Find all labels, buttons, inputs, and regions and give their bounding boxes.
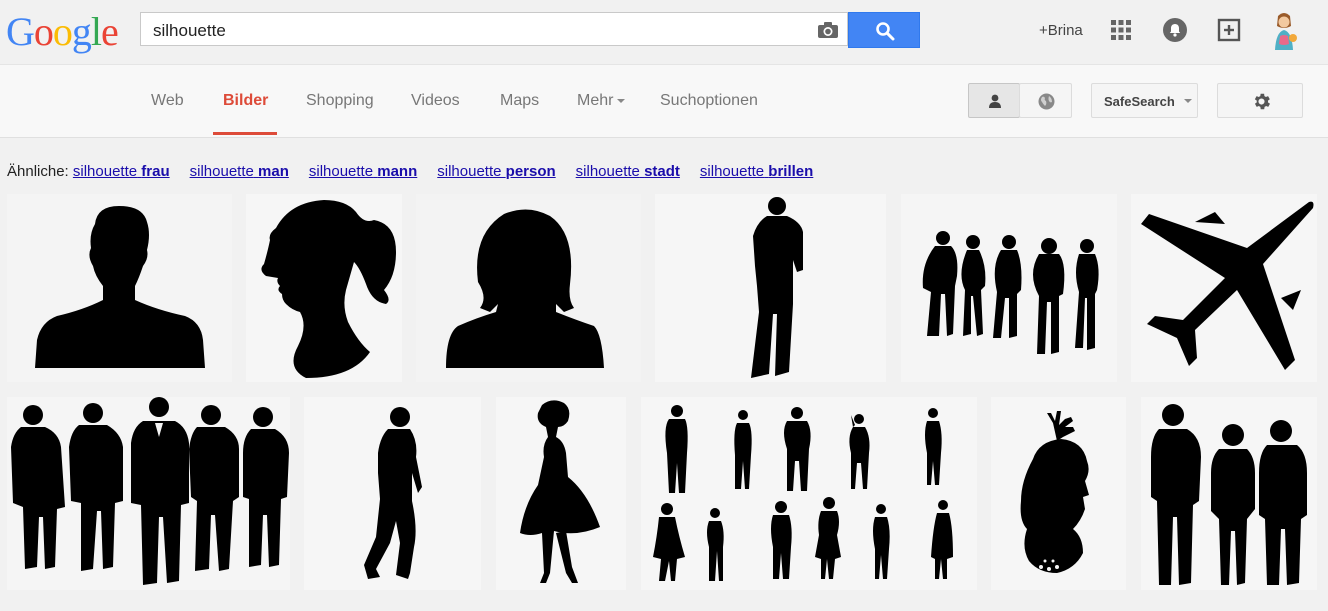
image-result-man-head[interactable] (7, 194, 232, 382)
active-tab-indicator (213, 132, 277, 135)
tab-more-label: Mehr (577, 92, 614, 109)
related-keyword: mann (377, 163, 418, 180)
related-keyword: person (505, 163, 556, 180)
top-bar: Google silhouette +Brina (0, 0, 1328, 64)
apps-grid-icon[interactable] (1111, 20, 1131, 45)
image-result-standing-man[interactable] (655, 194, 886, 382)
personal-results-button[interactable] (968, 83, 1020, 118)
related-link-brillen[interactable]: silhouette brillen (700, 163, 813, 180)
globe-icon (1038, 93, 1055, 115)
image-result-people-collection[interactable] (641, 397, 977, 590)
chevron-down-icon (1184, 99, 1192, 103)
tab-search-tools[interactable]: Suchoptionen (660, 92, 758, 110)
related-base: silhouette (437, 163, 502, 180)
gear-icon (1251, 91, 1272, 117)
safesearch-dropdown[interactable]: SafeSearch (1091, 83, 1198, 118)
related-keyword: frau (141, 163, 170, 180)
related-link-person[interactable]: silhouette person (437, 163, 555, 180)
search-input[interactable]: silhouette (140, 12, 848, 46)
three-people-silhouette (1151, 404, 1307, 585)
chevron-down-icon (617, 98, 626, 103)
tab-videos[interactable]: Videos (411, 92, 460, 110)
tab-web[interactable]: Web (151, 92, 184, 110)
related-prefix: Ähnliche: (7, 163, 69, 180)
tab-shopping[interactable]: Shopping (306, 92, 374, 110)
image-result-airplane[interactable] (1131, 194, 1317, 382)
related-keyword: man (258, 163, 289, 180)
user-name-link[interactable]: +Brina (1039, 22, 1083, 39)
related-base: silhouette (72, 163, 138, 180)
dancing-woman-silhouette (520, 400, 600, 583)
avatar[interactable] (1268, 10, 1300, 57)
google-logo[interactable]: Google (6, 8, 119, 56)
settings-button[interactable] (1217, 83, 1303, 118)
walking-man-silhouette (364, 407, 422, 579)
tab-maps[interactable]: Maps (500, 92, 539, 110)
related-base: silhouette (189, 163, 254, 180)
woman-ponytail-silhouette (261, 200, 396, 378)
image-result-woman-ponytail[interactable] (246, 194, 402, 382)
standing-man-silhouette (751, 197, 803, 378)
related-link-man[interactable]: silhouette man (190, 163, 289, 180)
camera-icon[interactable] (817, 21, 839, 44)
image-result-walking-man[interactable] (304, 397, 481, 590)
global-results-button[interactable] (1019, 83, 1072, 118)
image-result-woman-head[interactable] (416, 194, 641, 382)
related-base: silhouette (575, 163, 640, 180)
logo-letter: G (6, 9, 35, 54)
logo-letter: o (52, 9, 73, 54)
woman-head-silhouette (446, 209, 604, 368)
tab-images[interactable]: Bilder (223, 92, 268, 110)
related-base: silhouette (699, 163, 765, 180)
related-keyword: stadt (644, 163, 680, 180)
related-link-frau[interactable]: silhouette frau (73, 163, 170, 180)
logo-letter: e (101, 9, 119, 54)
logo-letter: g (71, 9, 92, 54)
man-head-silhouette (35, 206, 205, 368)
tab-more[interactable]: Mehr (577, 92, 626, 110)
related-searches: Ähnliche: silhouette frau silhouette man s… (7, 163, 833, 180)
businessmen-silhouette (11, 397, 289, 585)
image-result-dancing-woman[interactable] (496, 397, 626, 590)
safesearch-label: SafeSearch (1104, 94, 1175, 109)
group-of-people-silhouette (922, 231, 1099, 354)
notifications-icon[interactable] (1163, 18, 1187, 47)
related-base: silhouette (308, 163, 374, 180)
image-result-girl-antlers[interactable] (991, 397, 1126, 590)
related-link-mann[interactable]: silhouette mann (309, 163, 417, 180)
search-button[interactable] (848, 12, 920, 48)
people-collection-silhouette (653, 405, 953, 581)
airplane-silhouette (1141, 201, 1314, 370)
image-result-businessmen[interactable] (7, 397, 290, 590)
image-result-group-of-people[interactable] (901, 194, 1117, 382)
girl-antlers-silhouette (1020, 411, 1089, 573)
image-result-three-people[interactable] (1141, 397, 1317, 590)
person-icon (988, 94, 1002, 113)
related-keyword: brillen (768, 163, 814, 180)
search-query: silhouette (153, 21, 226, 40)
share-add-icon[interactable] (1217, 18, 1243, 49)
logo-letter: l (90, 9, 102, 54)
logo-letter: o (33, 9, 54, 54)
related-link-stadt[interactable]: silhouette stadt (576, 163, 680, 180)
